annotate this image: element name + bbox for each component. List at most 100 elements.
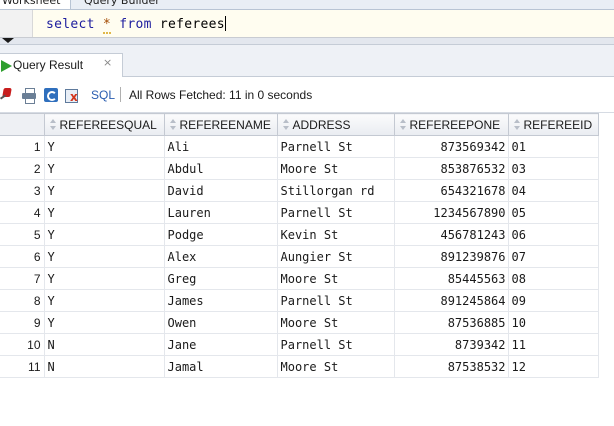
results-grid[interactable]: REFEREESQUAL REFEREENAME ADDRESS REFEREE… [0, 113, 614, 426]
cell-refereesqual[interactable]: Y [43, 289, 165, 312]
cell-address[interactable]: Parnell St [276, 289, 395, 312]
table-row[interactable]: 5 Y Podge Kevin St 456781243 06 [0, 223, 599, 246]
close-tab-icon[interactable]: × [103, 56, 112, 69]
cell-address[interactable]: Moore St [276, 311, 395, 334]
cell-refereename[interactable]: Podge [163, 223, 278, 246]
export-excel-icon[interactable]: x [65, 88, 79, 103]
cell-refereename[interactable]: Jamal [163, 355, 278, 378]
sql-editor[interactable]: select * from referees [0, 10, 614, 38]
cell-refereeid[interactable]: 06 [507, 223, 599, 246]
cell-refereesqual[interactable]: Y [43, 179, 165, 202]
cell-address[interactable]: Moore St [276, 157, 395, 180]
cell-refereeid[interactable]: 12 [507, 355, 599, 378]
sort-icon[interactable] [513, 118, 522, 131]
sql-link[interactable]: SQL [91, 88, 115, 102]
cell-refereename[interactable]: Abdul [163, 157, 278, 180]
cell-address[interactable]: Stillorgan rd [276, 179, 395, 202]
cell-refereename[interactable]: Alex [163, 245, 278, 268]
cell-refereeid[interactable]: 09 [507, 289, 599, 312]
cell-refereepone[interactable]: 8739342 [393, 333, 509, 356]
cell-refereepone[interactable]: 654321678 [393, 179, 509, 202]
cell-refereesqual[interactable]: Y [43, 267, 165, 290]
cell-address[interactable]: Parnell St [276, 333, 395, 356]
print-icon[interactable] [22, 88, 36, 104]
cell-refereepone[interactable]: 873569342 [393, 135, 509, 158]
row-number-cell[interactable]: 4 [0, 201, 45, 224]
cell-refereeid[interactable]: 04 [507, 179, 599, 202]
cell-refereepone[interactable]: 1234567890 [393, 201, 509, 224]
cell-address[interactable]: Moore St [276, 355, 395, 378]
cell-refereesqual[interactable]: N [43, 333, 165, 356]
table-row[interactable]: 6 Y Alex Aungier St 891239876 07 [0, 245, 599, 268]
panel-splitter[interactable] [0, 38, 614, 45]
table-row[interactable]: 1 Y Ali Parnell St 873569342 01 [0, 135, 599, 158]
row-number-cell[interactable]: 3 [0, 179, 45, 202]
row-number-cell[interactable]: 10 [0, 333, 45, 356]
table-row[interactable]: 11 N Jamal Moore St 87538532 12 [0, 355, 599, 378]
table-row[interactable]: 4 Y Lauren Parnell St 1234567890 05 [0, 201, 599, 224]
cell-refereeid[interactable]: 10 [507, 311, 599, 334]
column-header-refereesqual[interactable]: REFEREESQUAL [43, 113, 165, 136]
column-header-refereeid[interactable]: REFEREEID [507, 113, 599, 136]
sort-icon[interactable] [49, 118, 58, 131]
tab-worksheet[interactable]: Worksheet [0, 0, 72, 9]
cell-refereename[interactable]: James [163, 289, 278, 312]
cell-refereeid[interactable]: 03 [507, 157, 599, 180]
cell-refereesqual[interactable]: Y [43, 245, 165, 268]
sort-icon[interactable] [169, 118, 178, 131]
cell-refereeid[interactable]: 11 [507, 333, 599, 356]
cell-address[interactable]: Moore St [276, 267, 395, 290]
cell-refereename[interactable]: David [163, 179, 278, 202]
row-number-cell[interactable]: 11 [0, 355, 45, 378]
cell-refereename[interactable]: Greg [163, 267, 278, 290]
row-number-cell[interactable]: 6 [0, 245, 45, 268]
row-number-cell[interactable]: 9 [0, 311, 45, 334]
cell-refereepone[interactable]: 87538532 [393, 355, 509, 378]
cell-refereesqual[interactable]: Y [43, 201, 165, 224]
cell-refereesqual[interactable]: Y [43, 157, 165, 180]
cell-refereepone[interactable]: 891239876 [393, 245, 509, 268]
column-header-refereename[interactable]: REFEREENAME [163, 113, 278, 136]
cell-refereepone[interactable]: 891245864 [393, 289, 509, 312]
row-number-cell[interactable]: 7 [0, 267, 45, 290]
row-number-cell[interactable]: 8 [0, 289, 45, 312]
cell-address[interactable]: Parnell St [276, 201, 395, 224]
cell-refereename[interactable]: Ali [163, 135, 278, 158]
cell-refereepone[interactable]: 456781243 [393, 223, 509, 246]
collapse-arrow-icon[interactable] [2, 38, 14, 43]
table-row[interactable]: 7 Y Greg Moore St 85445563 08 [0, 267, 599, 290]
cell-refereeid[interactable]: 05 [507, 201, 599, 224]
cell-refereepone[interactable]: 853876532 [393, 157, 509, 180]
cell-refereesqual[interactable]: Y [43, 311, 165, 334]
cell-refereename[interactable]: Jane [163, 333, 278, 356]
tab-query-result[interactable]: Query Result × [0, 53, 123, 77]
sort-icon[interactable] [282, 118, 291, 131]
cell-refereesqual[interactable]: Y [43, 223, 165, 246]
row-number-cell[interactable]: 5 [0, 223, 45, 246]
cell-refereeid[interactable]: 08 [507, 267, 599, 290]
cell-address[interactable]: Parnell St [276, 135, 395, 158]
cell-refereeid[interactable]: 07 [507, 245, 599, 268]
cell-refereesqual[interactable]: N [43, 355, 165, 378]
sort-icon[interactable] [399, 118, 408, 131]
pin-icon[interactable] [0, 88, 14, 102]
refresh-icon[interactable] [44, 88, 58, 102]
cell-refereepone[interactable]: 87536885 [393, 311, 509, 334]
cell-refereeid[interactable]: 01 [507, 135, 599, 158]
cell-refereename[interactable]: Lauren [163, 201, 278, 224]
table-row[interactable]: 9 Y Owen Moore St 87536885 10 [0, 311, 599, 334]
column-header-address[interactable]: ADDRESS [276, 113, 395, 136]
row-number-cell[interactable]: 2 [0, 157, 45, 180]
cell-address[interactable]: Aungier St [276, 245, 395, 268]
column-header-refereepone[interactable]: REFEREEPONE [393, 113, 509, 136]
cell-address[interactable]: Kevin St [276, 223, 395, 246]
tab-query-builder[interactable]: Query Builder [74, 0, 170, 9]
row-number-cell[interactable]: 1 [0, 135, 45, 158]
table-row[interactable]: 2 Y Abdul Moore St 853876532 03 [0, 157, 599, 180]
cell-refereename[interactable]: Owen [163, 311, 278, 334]
table-row[interactable]: 8 Y James Parnell St 891245864 09 [0, 289, 599, 312]
cell-refereepone[interactable]: 85445563 [393, 267, 509, 290]
sql-statement[interactable]: select * from referees [46, 16, 226, 34]
table-row[interactable]: 3 Y David Stillorgan rd 654321678 04 [0, 179, 599, 202]
cell-refereesqual[interactable]: Y [43, 135, 165, 158]
